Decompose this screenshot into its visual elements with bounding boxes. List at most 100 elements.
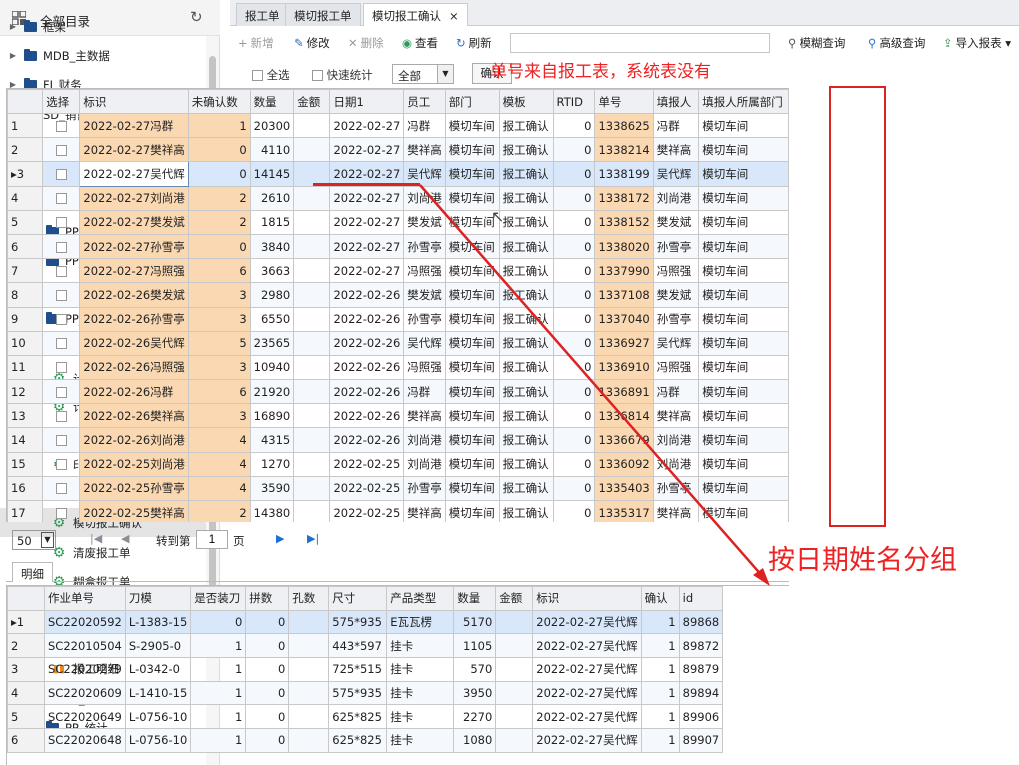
row-checkbox-cell[interactable] — [42, 137, 81, 163]
checkbox-box[interactable] — [55, 168, 67, 180]
checkbox-box[interactable] — [55, 362, 67, 374]
table-cell[interactable]: 89868 — [678, 609, 724, 635]
unconfirmed-cell[interactable]: 0 — [187, 137, 251, 163]
tab-report-sheet[interactable]: 报工单 — [236, 3, 289, 26]
checkbox-box[interactable] — [252, 70, 263, 81]
first-page-icon[interactable]: |◀ — [90, 532, 102, 545]
table-cell[interactable]: SC22010504 — [44, 633, 126, 659]
table-cell[interactable]: 1 — [640, 657, 680, 682]
table-row[interactable]: 11 2022-02-26冯照强 3 10940 2022-02-26 冯照强 模切车间 报工… — [7, 354, 789, 381]
table-cell[interactable] — [288, 609, 330, 635]
table-cell[interactable]: 冯照强 — [652, 354, 700, 381]
unconfirmed-cell[interactable]: 2 — [187, 209, 251, 235]
row-number[interactable]: 16 — [7, 475, 44, 502]
table-cell[interactable] — [293, 209, 331, 235]
table-cell[interactable]: 3590 — [249, 475, 295, 502]
column-header[interactable]: 产品类型 — [386, 586, 455, 611]
checkbox-box[interactable] — [55, 217, 67, 229]
column-header[interactable]: 作业单号 — [44, 586, 126, 611]
add-button[interactable]: + 新增 — [238, 35, 274, 51]
table-cell[interactable]: 樊祥高 — [652, 403, 700, 429]
table-cell[interactable]: 0 — [552, 258, 596, 284]
table-cell[interactable]: 樊发斌 — [652, 209, 700, 235]
table-cell[interactable]: 吴代辉 — [652, 330, 700, 356]
table-cell[interactable]: 2022-02-27 — [329, 233, 405, 260]
table-cell[interactable]: 2022-02-26 — [329, 427, 405, 453]
row-number[interactable]: 11 — [7, 354, 44, 381]
table-cell[interactable]: 挂卡 — [386, 657, 455, 682]
table-cell[interactable]: 0 — [552, 233, 596, 260]
table-cell[interactable]: 1270 — [249, 451, 295, 477]
table-cell[interactable] — [293, 499, 331, 522]
table-cell[interactable]: 模切车间 — [698, 258, 789, 284]
table-cell[interactable] — [293, 379, 331, 405]
id-cell[interactable]: 2022-02-26孙雪亭 — [79, 306, 189, 332]
table-cell[interactable]: 樊祥高 — [403, 499, 446, 522]
id-cell[interactable]: 2022-02-27冯照强 — [79, 258, 189, 284]
row-checkbox-cell[interactable] — [42, 499, 81, 522]
column-header[interactable] — [7, 89, 44, 114]
import-report-button[interactable]: ⇪ 导入报表 ▾ — [943, 35, 1011, 51]
table-cell[interactable] — [293, 258, 331, 284]
table-cell[interactable]: 樊祥高 — [652, 137, 700, 163]
table-cell[interactable] — [495, 609, 534, 635]
tab-diecut-report[interactable]: 模切报工单 — [285, 3, 361, 26]
table-row[interactable]: 4 SC22020609 L-1410-15 1 0 575*935 挂卡 3950 2022-… — [7, 680, 724, 706]
table-cell[interactable]: 2022-02-27 — [329, 185, 405, 211]
row-checkbox-cell[interactable] — [42, 475, 81, 502]
table-cell[interactable]: 报工确认 — [498, 427, 554, 453]
table-cell[interactable]: 3663 — [249, 258, 295, 284]
table-cell[interactable]: 报工确认 — [498, 137, 554, 163]
table-cell[interactable]: 1336910 — [594, 354, 654, 381]
table-cell[interactable]: 0 — [245, 728, 290, 753]
table-row[interactable]: 13 2022-02-26樊祥高 3 16890 2022-02-26 樊祥高 模切车间 报工… — [7, 403, 789, 429]
checkbox-box[interactable] — [55, 386, 67, 398]
checkbox-box[interactable] — [55, 314, 67, 326]
table-cell[interactable]: 樊祥高 — [403, 137, 446, 163]
table-cell[interactable]: 挂卡 — [386, 680, 455, 706]
row-number[interactable]: 13 — [7, 403, 44, 429]
table-cell[interactable]: 0 — [190, 609, 247, 635]
unconfirmed-cell[interactable]: 5 — [187, 330, 251, 356]
table-cell[interactable]: 刘尚港 — [403, 427, 446, 453]
table-cell[interactable]: 报工确认 — [498, 403, 554, 429]
column-header[interactable]: 金额 — [495, 586, 534, 611]
table-cell[interactable]: E瓦瓦楞 — [386, 609, 455, 635]
column-header[interactable]: 填报人所属部门 — [698, 89, 789, 114]
table-cell[interactable] — [293, 403, 331, 429]
page-input[interactable] — [196, 530, 228, 549]
unconfirmed-cell[interactable]: 0 — [187, 233, 251, 260]
table-cell[interactable]: 1335403 — [594, 475, 654, 502]
table-cell[interactable]: 1 — [190, 704, 247, 730]
checkbox-box[interactable] — [55, 120, 67, 132]
column-header[interactable]: id — [678, 586, 724, 611]
table-cell[interactable]: 575*935 — [328, 609, 388, 635]
table-cell[interactable]: 1338172 — [594, 185, 654, 211]
column-header[interactable]: 部门 — [444, 89, 500, 114]
table-cell[interactable]: 1815 — [249, 209, 295, 235]
table-row[interactable]: 1 2022-02-27冯群 1 20300 2022-02-27 冯群 模切车间 报工确认 0… — [7, 112, 789, 139]
id-cell[interactable]: 2022-02-25孙雪亭 — [79, 475, 189, 502]
table-row[interactable]: 2 2022-02-27樊祥高 0 4110 2022-02-27 樊祥高 模切车间 报工确认… — [7, 137, 789, 163]
table-cell[interactable] — [288, 657, 330, 682]
table-cell[interactable]: 模切车间 — [444, 330, 500, 356]
table-cell[interactable]: 2022-02-27吴代辉 — [532, 728, 642, 753]
table-cell[interactable]: 6550 — [249, 306, 295, 332]
table-cell[interactable]: 2022-02-27吴代辉 — [532, 680, 642, 706]
checkbox-box[interactable] — [55, 435, 67, 447]
chevron-right-icon[interactable]: ▶ — [8, 51, 18, 60]
table-cell[interactable]: 0 — [552, 427, 596, 453]
table-cell[interactable]: 2022-02-27 — [329, 112, 405, 139]
table-cell[interactable] — [293, 451, 331, 477]
table-cell[interactable]: 模切车间 — [698, 137, 789, 163]
table-cell[interactable]: 14380 — [249, 499, 295, 522]
table-row[interactable]: 5 2022-02-27樊发斌 2 1815 2022-02-27 樊发斌 模切车间 报工确认… — [7, 209, 789, 235]
row-number[interactable]: 5 — [7, 209, 44, 235]
refresh-button[interactable]: ↻ 刷新 — [456, 35, 492, 51]
table-cell[interactable]: 1338020 — [594, 233, 654, 260]
row-number[interactable]: 3 — [7, 657, 45, 682]
table-cell[interactable]: 0 — [552, 185, 596, 211]
table-cell[interactable]: 1336927 — [594, 330, 654, 356]
row-number[interactable]: 2 — [7, 137, 44, 163]
table-cell[interactable] — [293, 233, 331, 260]
